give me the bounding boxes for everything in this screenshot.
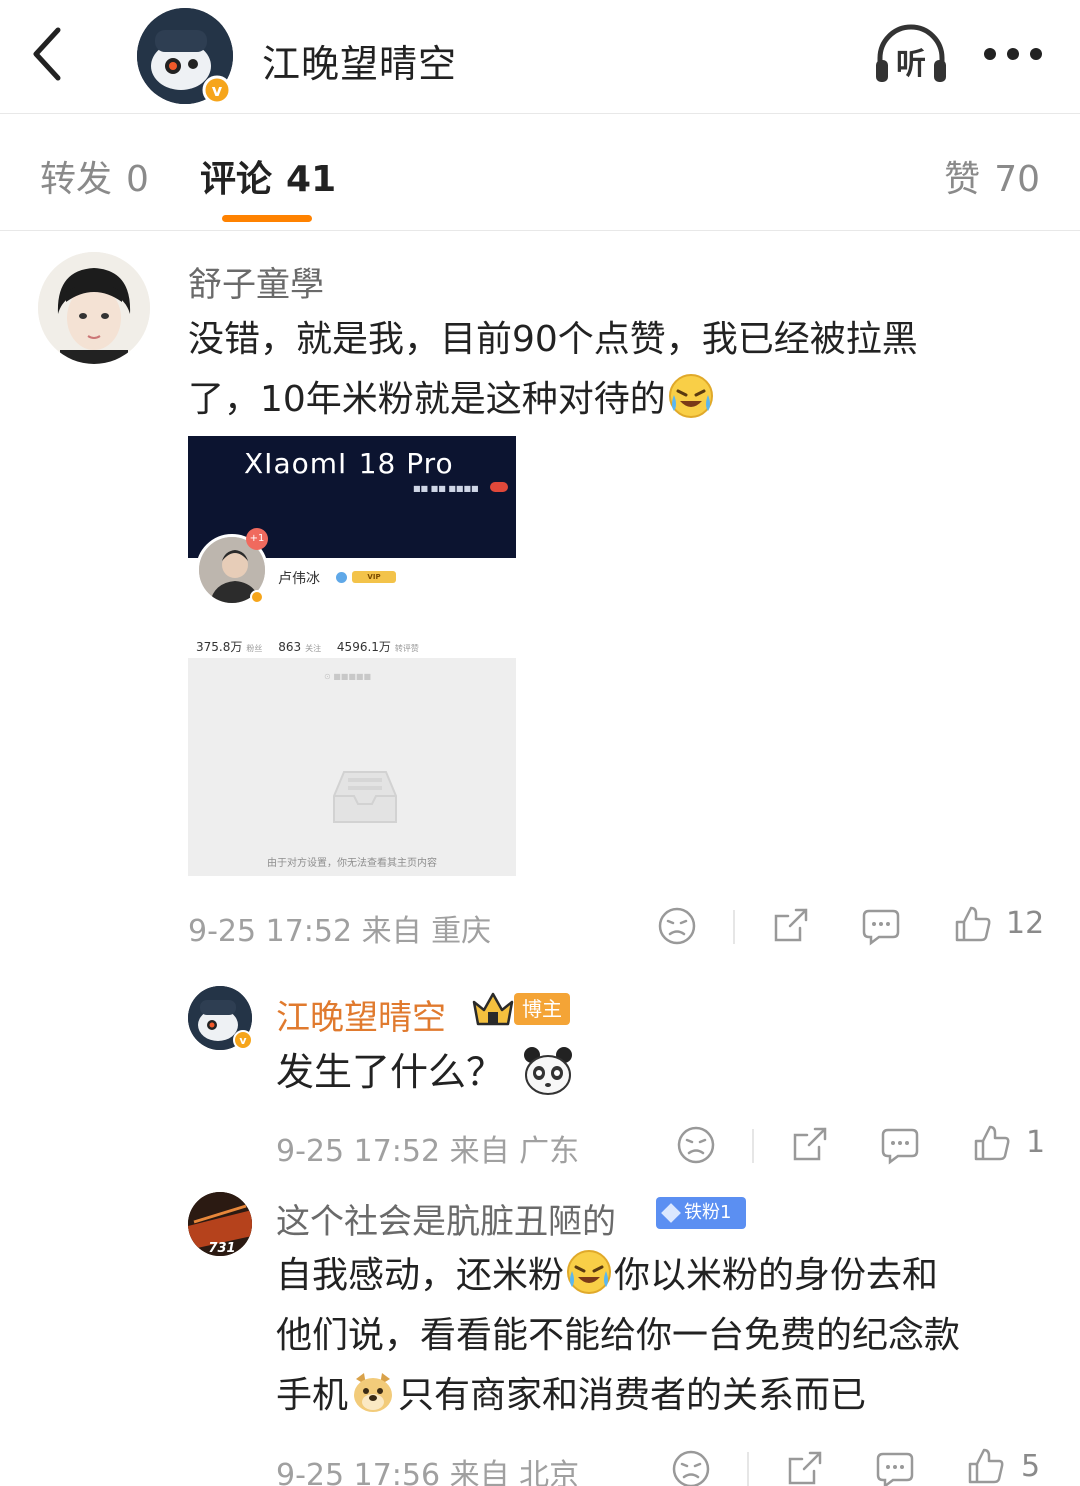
image-brand: XIaomI 18 Pro [244,446,454,481]
page-title: 江晚望晴空 [262,42,458,86]
like-count: 5 [1021,1449,1041,1484]
tab-repost-count: 0 [126,159,149,200]
tab-bar: 转发 0 评论 41 赞 70 [0,115,1080,231]
fan-badge-label: 铁粉1 [684,1202,732,1223]
tab-repost[interactable]: 转发 0 [40,150,149,202]
reply-name[interactable]: 江晚望晴空 [276,990,446,1039]
tab-like-label: 赞 [944,159,981,200]
image-stat-label: 粉丝 [246,644,263,653]
tab-like-count: 70 [994,159,1040,200]
comment-text-line: 没错，就是我，目前90个点赞，我已经被拉黑 [188,319,918,360]
image-tagline: ■■ ■■ ■■■■ [413,484,479,493]
tab-comment[interactable]: 评论 41 [200,150,336,202]
image-plus-badge: +1 [246,528,268,550]
laugh-cry-emoji-icon [668,373,714,419]
dislike-icon[interactable] [671,1449,711,1486]
reply-avatar-label: 731 [208,1241,235,1256]
commenter-avatar[interactable] [38,252,150,364]
reply-name[interactable]: 这个社会是肮脏丑陋的 [276,1194,616,1243]
image-stat-value: 4596.1万 [336,640,391,654]
comment-icon[interactable] [861,906,901,946]
like-icon[interactable] [966,1446,1006,1486]
back-arrow-icon[interactable] [28,26,68,82]
action-divider [752,1129,754,1163]
action-divider [747,1452,749,1486]
action-divider [733,910,735,944]
image-model-name: 18 Pro [358,447,454,480]
like-count: 1 [1026,1125,1046,1160]
top-bar: v 江晚望晴空 听 [0,0,1080,114]
doge-emoji-icon [350,1369,396,1415]
image-empty-caption: 由于对方设置，你无法查看其主页内容 [267,858,437,869]
reply-text-line: 手机 只有商家和消费者的关系而已 [276,1366,1056,1426]
blogger-badge: 博主 [514,993,570,1025]
image-profile-name: 卢伟冰 [278,571,320,587]
like-icon[interactable] [953,904,993,944]
active-tab-indicator [222,215,312,222]
diamond-icon [661,1203,681,1223]
reply-text-line: 他们说，看看能不能给你一台免费的纪念款 [276,1315,961,1356]
image-verified-badge [250,590,264,604]
tab-comment-count: 41 [286,159,337,200]
comment-image[interactable]: XIaomI 18 Pro ■■ ■■ ■■■■ +1 卢伟冰 VIP 375.… [188,436,516,876]
image-red-badge [490,482,508,492]
image-verify-icon [336,572,347,583]
like-count: 12 [1006,906,1045,941]
comment-text: 没错，就是我，目前90个点赞，我已经被拉黑 了，10年米粉就是这种对待的 [188,310,1048,430]
reply-meta: 9-25 17:52 来自 广东 [276,1134,580,1169]
reply-avatar[interactable]: v [188,986,253,1050]
reply-text-segment: 发生了什么？ [276,1050,505,1094]
image-stat-label: 转评赞 [394,644,419,653]
share-icon[interactable] [770,906,810,946]
svg-text:v: v [212,81,223,100]
image-vip-badge: VIP [352,571,396,583]
tab-repost-label: 转发 [40,159,113,200]
reply-text: 发生了什么？ [276,1042,576,1102]
author-avatar[interactable]: v [137,8,233,105]
image-brand-name: XIaomI [244,447,348,480]
reply-text-segment: 自我感动，还米粉 [276,1255,565,1296]
dislike-icon[interactable] [676,1125,716,1165]
comment-text-segment: 了，10年米粉就是这种对待的 [188,379,666,420]
dislike-icon[interactable] [657,906,697,946]
laugh-cry-emoji-icon [566,1249,612,1295]
comment-icon[interactable] [880,1125,920,1165]
reply-text-segment: 只有商家和消费者的关系而已 [398,1375,867,1416]
panda-emoji-icon [522,1045,574,1097]
reply-text: 自我感动，还米粉 你以米粉的身份去和 他们说，看看能不能给你一台免费的纪念款 手机… [276,1246,1056,1426]
listen-label: 听 [896,47,926,82]
reply-avatar[interactable]: 731 [188,1192,252,1256]
more-icon[interactable] [982,44,1044,64]
svg-text:v: v [239,1034,247,1047]
tab-comment-label: 评论 [200,159,273,200]
listen-icon[interactable]: 听 [874,24,948,84]
image-faint-text: ⊙ ■■■■■ [324,672,372,681]
image-stat-value: 375.8万 [196,640,243,654]
comment-icon[interactable] [875,1449,915,1486]
share-icon[interactable] [789,1125,829,1165]
image-empty-state: ⊙ ■■■■■ 由于对方设置，你无法查看其主页内容 [188,658,516,876]
comment-meta: 9-25 17:52 来自 重庆 [188,914,492,949]
comment-text-line: 了，10年米粉就是这种对待的 [188,370,1048,430]
commenter-name[interactable]: 舒子童學 [188,257,324,306]
reply-text-line: 自我感动，还米粉 你以米粉的身份去和 [276,1246,1056,1306]
reply-text-segment: 你以米粉的身份去和 [614,1255,939,1296]
like-icon[interactable] [972,1123,1012,1163]
empty-inbox-icon [330,766,400,826]
crown-icon [470,990,516,1028]
fan-badge: 铁粉1 [656,1197,746,1229]
reply-text-segment: 手机 [276,1375,349,1416]
tab-like[interactable]: 赞 70 [944,150,1040,202]
image-stat-value: 863 [278,640,302,654]
share-icon[interactable] [784,1449,824,1486]
image-stats: 375.8万 粉丝 863 关注 4596.1万 转评赞 [196,638,431,655]
reply-meta: 9-25 17:56 来自 北京 [276,1458,580,1486]
image-stat-label: 关注 [305,644,322,653]
